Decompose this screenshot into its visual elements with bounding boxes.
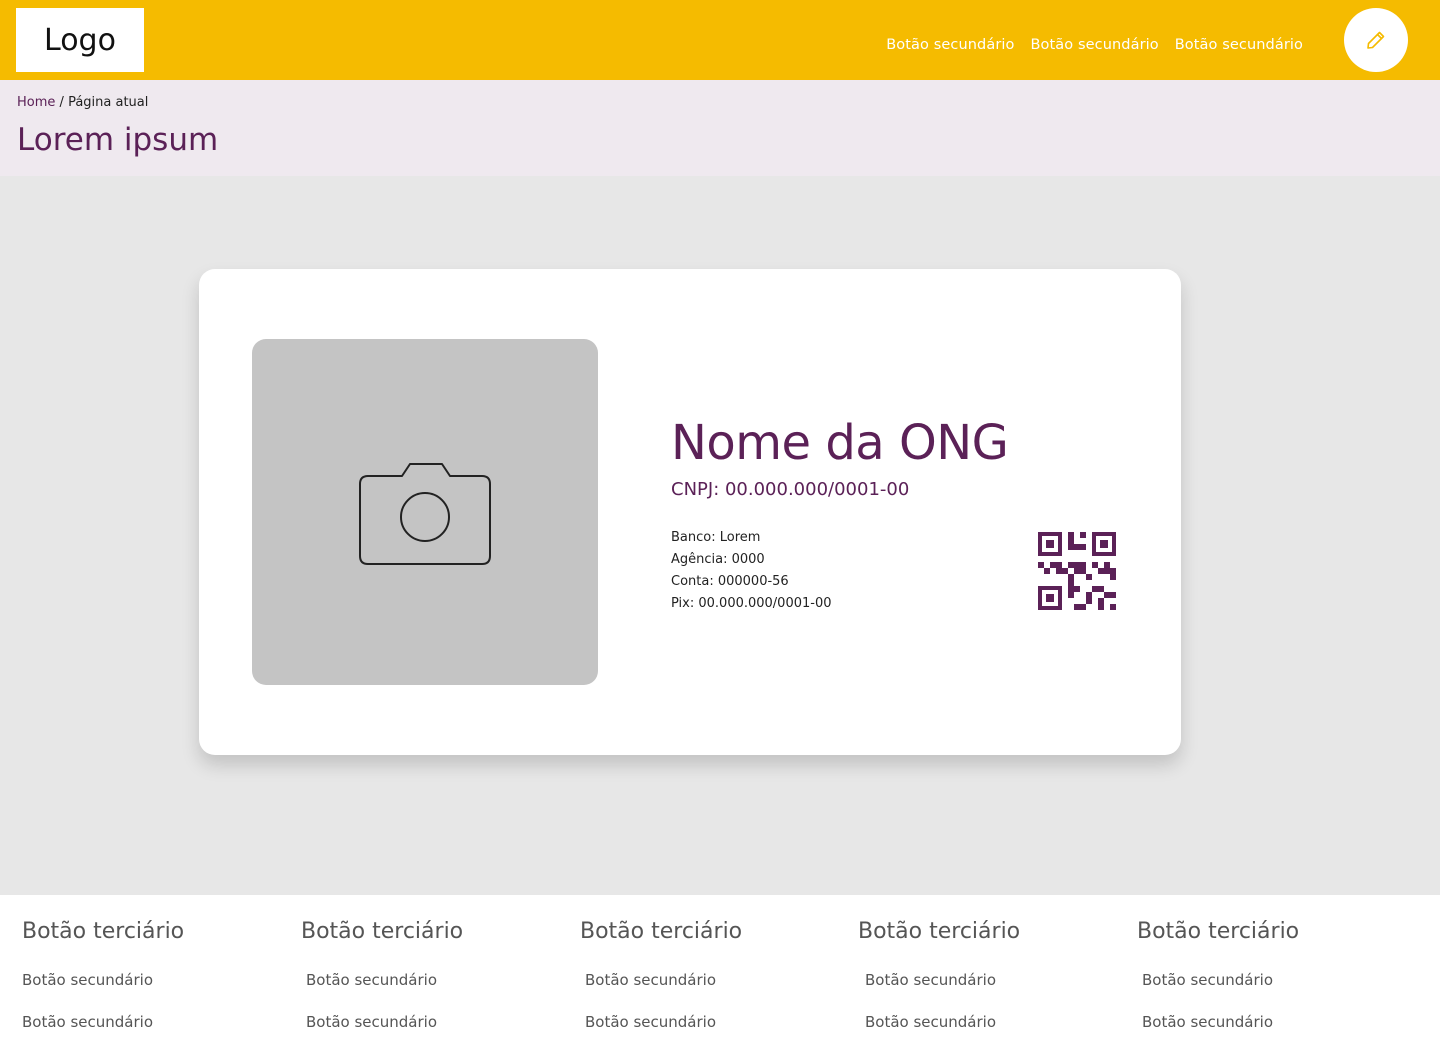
main-nav: Botão secundário Botão secundário Botão … (886, 37, 1303, 53)
bank-name: Banco: Lorem (671, 530, 761, 545)
qr-code-icon (1038, 532, 1116, 610)
footer-link[interactable]: Botão secundário (585, 1013, 716, 1031)
breadcrumb: Home / Página atual (17, 95, 148, 110)
breadcrumb-current: Página atual (68, 95, 149, 110)
page-title: Lorem ipsum (17, 122, 219, 158)
top-bar: Logo Botão secundário Botão secundário B… (0, 0, 1440, 80)
footer-link[interactable]: Botão secundário (865, 971, 996, 989)
footer-link[interactable]: Botão secundário (22, 971, 153, 989)
footer-link[interactable]: Botão secundário (865, 1013, 996, 1031)
ong-name: Nome da ONG (671, 415, 1009, 471)
nav-button-1[interactable]: Botão secundário (886, 37, 1014, 53)
footer-link[interactable]: Botão secundário (1142, 1013, 1273, 1031)
bank-pix: Pix: 00.000.000/0001-00 (671, 596, 832, 611)
photo-placeholder[interactable] (252, 339, 598, 685)
pencil-icon (1367, 31, 1385, 49)
footer-column-title[interactable]: Botão terciário (301, 919, 463, 944)
breadcrumb-home-link[interactable]: Home (17, 95, 55, 110)
ong-cnpj: CNPJ: 00.000.000/0001-00 (671, 479, 910, 500)
nav-button-2[interactable]: Botão secundário (1031, 37, 1159, 53)
logo[interactable]: Logo (16, 8, 144, 72)
bank-agency: Agência: 0000 (671, 552, 765, 567)
title-bar: Home / Página atual Lorem ipsum (0, 80, 1440, 176)
footer-column-title[interactable]: Botão terciário (1137, 919, 1299, 944)
edit-button[interactable] (1344, 8, 1408, 72)
bank-account: Conta: 000000-56 (671, 574, 789, 589)
footer-column-title[interactable]: Botão terciário (580, 919, 742, 944)
footer-link[interactable]: Botão secundário (306, 1013, 437, 1031)
bank-details: Banco: Lorem Agência: 0000 Conta: 000000… (671, 527, 832, 615)
footer: Botão terciário Botão secundário Botão s… (0, 895, 1440, 1063)
camera-icon (359, 463, 491, 565)
breadcrumb-separator: / (59, 95, 64, 110)
ong-card: Nome da ONG CNPJ: 00.000.000/0001-00 Ban… (199, 269, 1181, 755)
footer-link[interactable]: Botão secundário (585, 971, 716, 989)
footer-link[interactable]: Botão secundário (1142, 971, 1273, 989)
nav-button-3[interactable]: Botão secundário (1175, 37, 1303, 53)
footer-link[interactable]: Botão secundário (22, 1013, 153, 1031)
footer-link[interactable]: Botão secundário (306, 971, 437, 989)
footer-column-title[interactable]: Botão terciário (22, 919, 184, 944)
footer-column-title[interactable]: Botão terciário (858, 919, 1020, 944)
